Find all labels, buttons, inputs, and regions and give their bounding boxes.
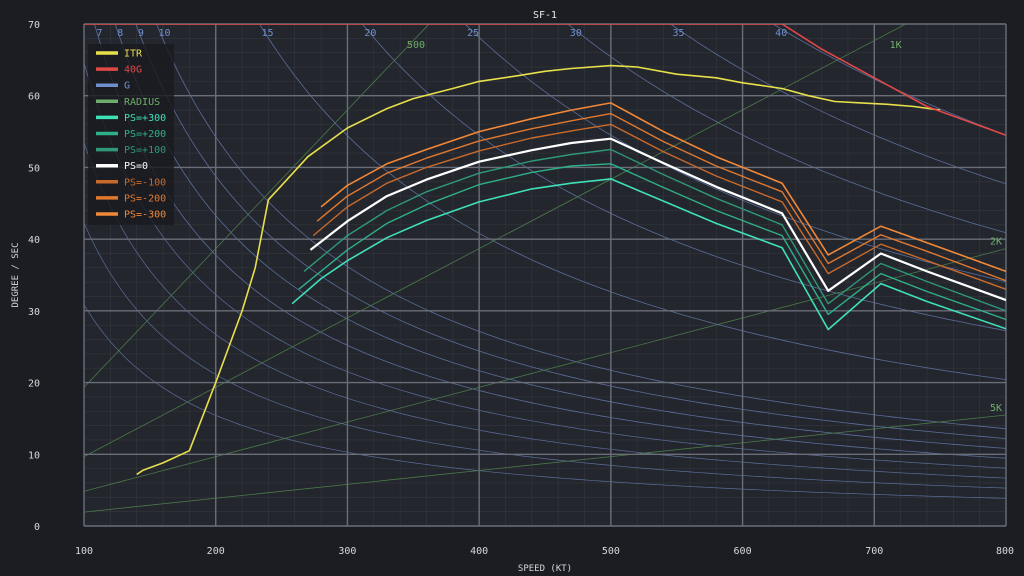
legend: ITR 40G G RADIUS PS=+300 PS=+200 PS=+100 PS=0 PS… xyxy=(88,44,174,226)
x-tick-label: 400 xyxy=(470,546,488,557)
y-tick-label: 30 xyxy=(28,307,40,318)
y-tick-label: 0 xyxy=(34,522,40,533)
x-tick-label: 200 xyxy=(207,546,225,557)
g-label-7: 7 xyxy=(97,28,103,39)
legend-label: PS=+100 xyxy=(124,145,166,156)
y-axis-ticks: 0 10 20 30 40 50 60 70 xyxy=(28,20,40,533)
x-tick-label: 300 xyxy=(338,546,356,557)
y-tick-label: 40 xyxy=(28,235,40,246)
g-label-30: 30 xyxy=(570,28,582,39)
x-tick-label: 100 xyxy=(75,546,93,557)
x-tick-label: 800 xyxy=(996,546,1014,557)
legend-label: PS=-200 xyxy=(124,193,166,204)
y-tick-label: 10 xyxy=(28,450,40,461)
radius-label-2K: 2K xyxy=(990,237,1002,248)
y-axis-label: DEGREE / SEC xyxy=(11,242,21,307)
x-tick-label: 700 xyxy=(865,546,883,557)
x-tick-label: 600 xyxy=(734,546,752,557)
legend-label: PS=0 xyxy=(124,161,148,172)
g-label-8: 8 xyxy=(117,28,123,39)
radius-label-5K: 5K xyxy=(990,403,1002,414)
chart-title: SF-1 xyxy=(533,10,557,21)
g-label-40: 40 xyxy=(775,28,787,39)
legend-label: PS=+300 xyxy=(124,113,166,124)
legend-label: PS=-300 xyxy=(124,210,166,221)
g-label-20: 20 xyxy=(364,28,376,39)
y-tick-label: 70 xyxy=(28,20,40,31)
plot-area xyxy=(84,24,1006,526)
g-label-35: 35 xyxy=(672,28,684,39)
y-tick-label: 60 xyxy=(28,92,40,103)
g-label-15: 15 xyxy=(262,28,274,39)
legend-label: G xyxy=(124,81,130,92)
legend-label: ITR xyxy=(124,49,143,60)
legend-label: PS=-100 xyxy=(124,177,166,188)
x-axis-ticks: 100 200 300 400 500 600 700 800 xyxy=(75,546,1014,557)
radius-label-1K: 1K xyxy=(890,40,902,51)
legend-label: RADIUS xyxy=(124,97,160,108)
y-tick-label: 20 xyxy=(28,379,40,390)
g-label-9: 9 xyxy=(138,28,144,39)
g-label-10: 10 xyxy=(159,28,171,39)
radius-label-500: 500 xyxy=(407,40,425,51)
x-tick-label: 500 xyxy=(602,546,620,557)
y-tick-label: 50 xyxy=(28,163,40,174)
x-axis-label: SPEED (KT) xyxy=(518,564,572,574)
legend-label: PS=+200 xyxy=(124,129,166,140)
g-label-25: 25 xyxy=(467,28,479,39)
turn-performance-chart: 7 8 9 10 15 20 25 30 35 40 500 1K2K5K 100 200 300 400… xyxy=(11,10,1014,574)
legend-label: 40G xyxy=(124,65,142,76)
